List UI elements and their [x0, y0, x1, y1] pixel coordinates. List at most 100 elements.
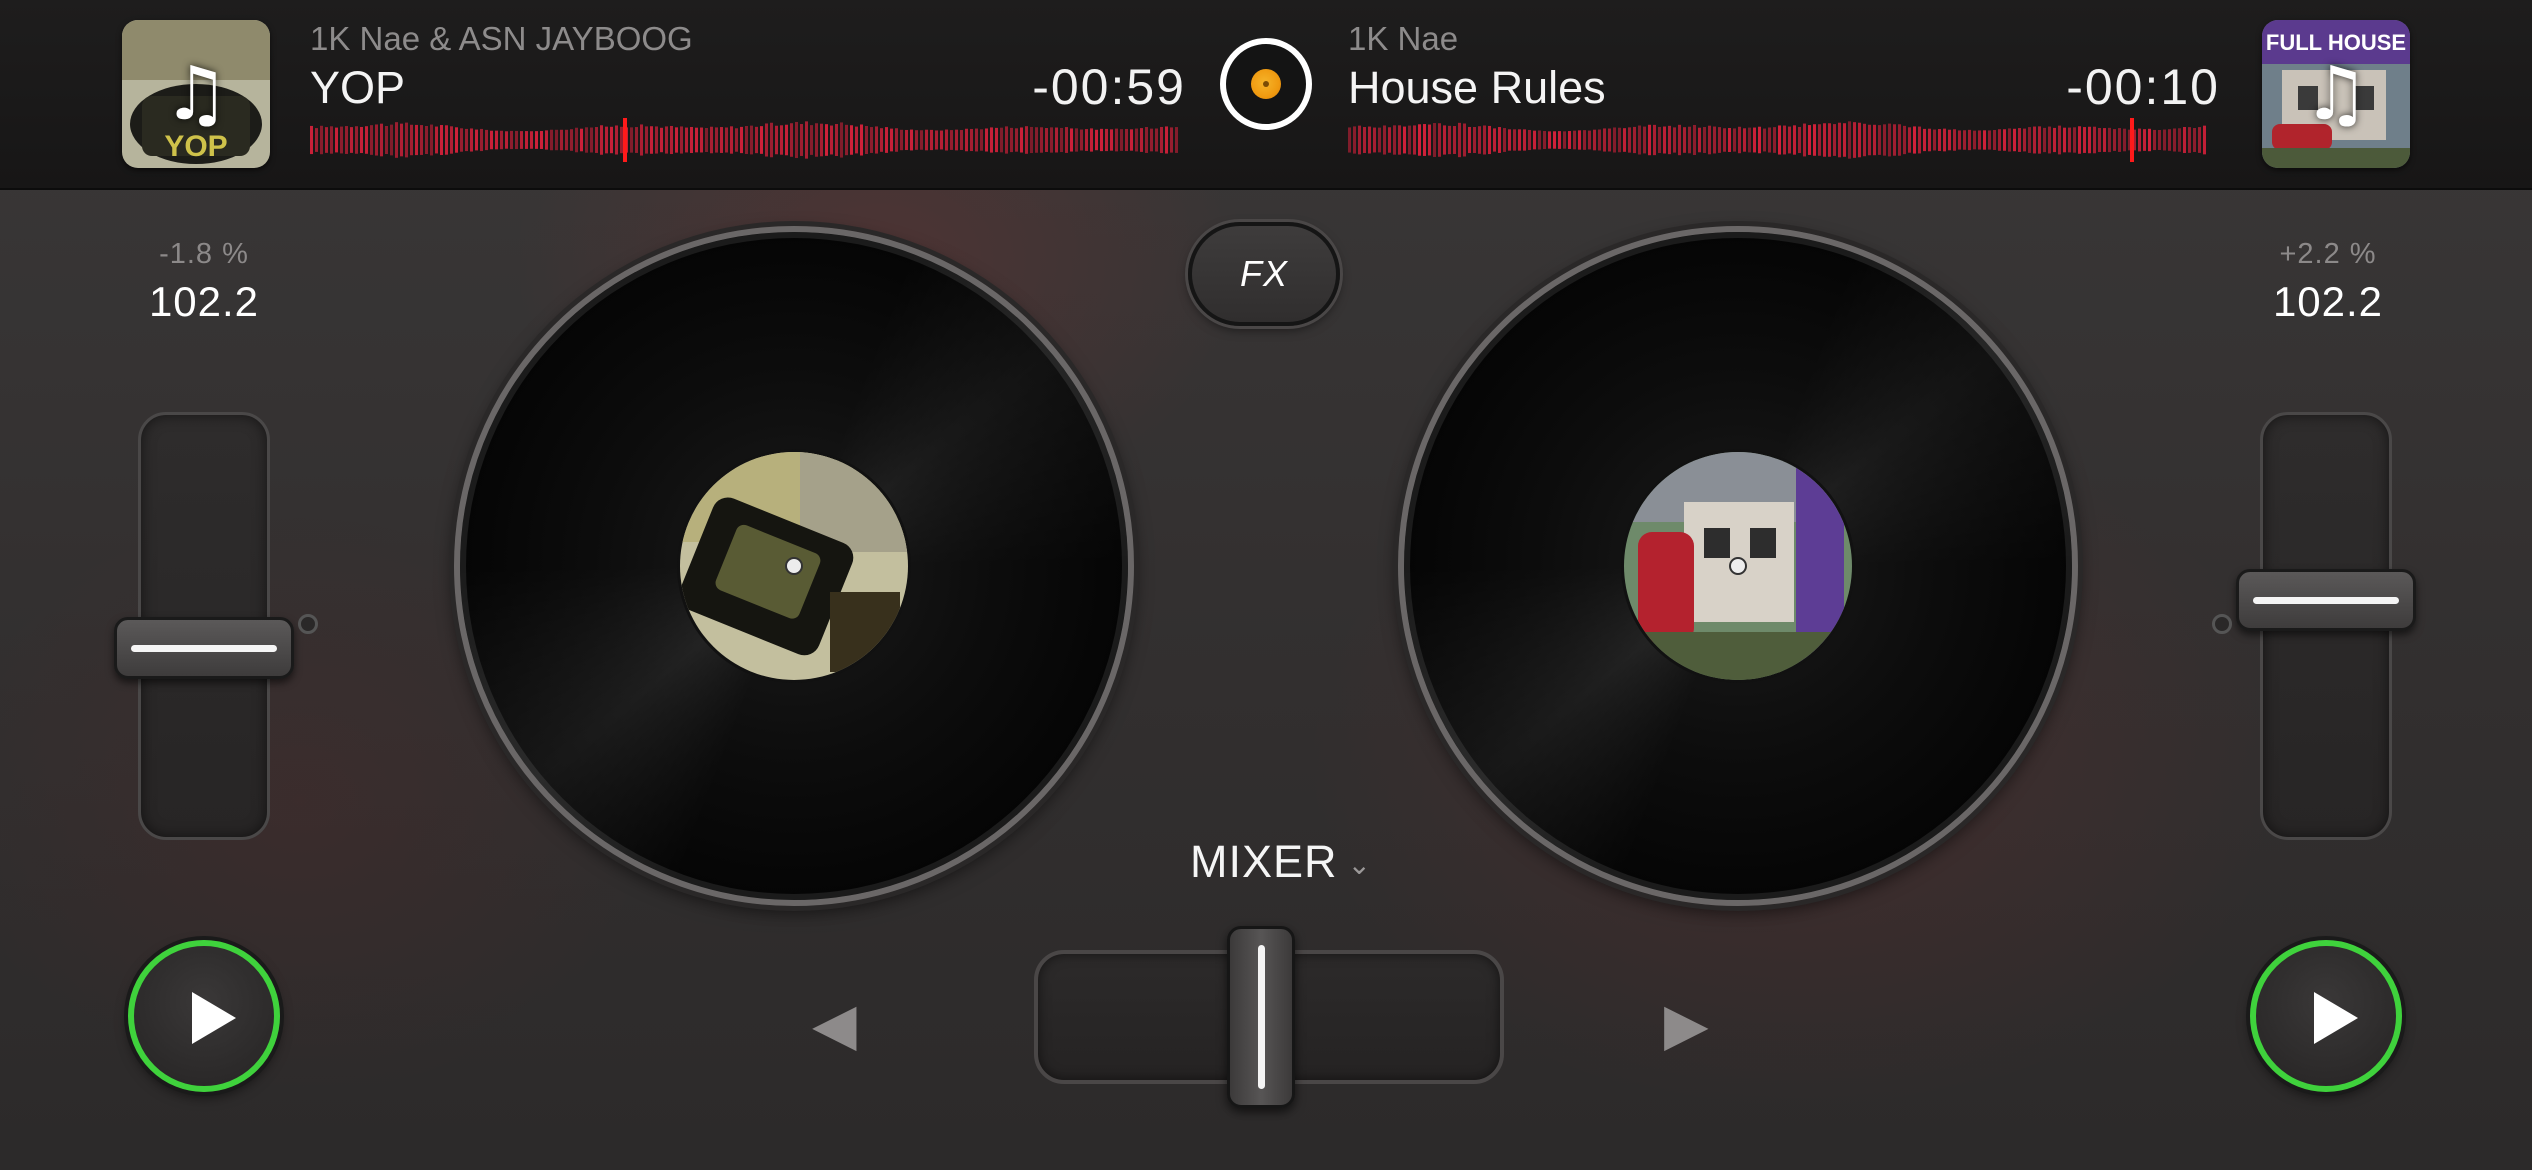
waveform-bar — [790, 123, 793, 157]
waveform-bar — [1513, 129, 1516, 151]
waveform-bar — [470, 128, 473, 152]
waveform-bar — [1963, 130, 1966, 150]
waveform-bar — [610, 126, 613, 154]
deck-right-turntable[interactable] — [1398, 226, 2078, 906]
waveform-bar — [1668, 125, 1671, 155]
waveform-bar — [1928, 128, 1931, 152]
waveform-bar — [2018, 128, 2021, 152]
deck-right-bpm[interactable]: 102.2 — [2228, 278, 2428, 326]
waveform-bar — [1978, 130, 1981, 150]
waveform-bar — [2188, 127, 2191, 153]
mixer-toggle[interactable]: MIXER ⌄ — [1190, 832, 1372, 892]
waveform-bar — [1878, 125, 1881, 155]
deck-left-turntable[interactable] — [454, 226, 1134, 906]
waveform-bar — [1363, 127, 1366, 153]
waveform-bar — [1060, 127, 1063, 153]
waveform-bar — [1813, 124, 1816, 156]
waveform-bar — [1883, 124, 1886, 156]
waveform-bar — [525, 131, 528, 149]
deck-left-bpm[interactable]: 102.2 — [104, 278, 304, 326]
fx-button[interactable]: FX — [1188, 222, 1340, 326]
waveform-bar — [1353, 126, 1356, 154]
waveform-bar — [600, 125, 603, 155]
waveform-bar — [1788, 126, 1791, 154]
waveform-bar — [645, 126, 648, 154]
play-icon — [2314, 992, 2358, 1044]
waveform-bar — [1608, 128, 1611, 152]
waveform-bar — [1015, 128, 1018, 152]
waveform-bar — [890, 128, 893, 152]
waveform-bar — [1573, 130, 1576, 150]
waveform-bar — [2183, 127, 2186, 153]
deck-left-time-remaining: -00:59 — [1032, 59, 1186, 115]
waveform-bar — [1140, 128, 1143, 152]
waveform-bar — [1663, 126, 1666, 154]
waveform-bar — [550, 129, 553, 151]
deck-right-pitch-slider-thumb[interactable] — [2236, 569, 2416, 631]
waveform-bar — [430, 124, 433, 156]
deck-right-play-button[interactable] — [2250, 940, 2402, 1092]
waveform-bar — [1783, 125, 1786, 155]
deck-right-cover[interactable]: FULL HOUSE ♫ — [2262, 20, 2410, 168]
waveform-playhead[interactable] — [2130, 118, 2134, 162]
deck-left-cover[interactable]: YOP ♫ — [122, 20, 270, 168]
waveform-bar — [405, 122, 408, 158]
waveform-playhead[interactable] — [623, 118, 627, 162]
waveform-bar — [1433, 123, 1436, 157]
waveform-bar — [785, 124, 788, 156]
waveform-bar — [1733, 128, 1736, 152]
waveform-bar — [1085, 129, 1088, 151]
waveform-bar — [1348, 127, 1351, 153]
waveform-bar — [1020, 127, 1023, 153]
waveform-bar — [1643, 126, 1646, 154]
waveform-bar — [860, 124, 863, 156]
waveform-bar — [1438, 123, 1441, 157]
waveform-bar — [800, 124, 803, 156]
waveform-bar — [885, 127, 888, 153]
deck-right-pitch-reset-dot[interactable] — [2212, 614, 2232, 634]
waveform-bar — [2118, 128, 2121, 152]
waveform-bar — [1998, 129, 2001, 151]
deck-left-pitch-reset-dot[interactable] — [298, 614, 318, 634]
waveform-bar — [1070, 128, 1073, 152]
waveform-bar — [1503, 128, 1506, 152]
waveform-bar — [970, 128, 973, 152]
waveform-bar — [2108, 127, 2111, 153]
waveform-bar — [830, 125, 833, 155]
deck-left-pitch-slider-thumb[interactable] — [114, 617, 294, 679]
waveform-bar — [1893, 124, 1896, 156]
deck-left-waveform[interactable] — [310, 118, 1180, 162]
waveform-bar — [855, 126, 858, 154]
waveform-bar — [1743, 128, 1746, 152]
waveform-bar — [595, 127, 598, 153]
waveform-bar — [2088, 126, 2091, 154]
waveform-bar — [1563, 131, 1566, 149]
waveform-bar — [1698, 127, 1701, 153]
top-bar: YOP ♫ 1K Nae & ASN JAYBOOG YOP -00:59 1K… — [0, 0, 2532, 190]
deck-left-play-button[interactable] — [128, 940, 280, 1092]
waveform-bar — [495, 130, 498, 150]
waveform-bar — [1488, 125, 1491, 155]
waveform-bar — [765, 123, 768, 157]
waveform-bar — [335, 127, 338, 153]
waveform-bar — [1613, 127, 1616, 153]
waveform-bar — [660, 127, 663, 153]
waveform-bar — [1135, 128, 1138, 152]
waveform-bar — [985, 128, 988, 152]
waveform-bar — [680, 126, 683, 154]
waveform-bar — [1713, 126, 1716, 154]
crossfader-thumb[interactable] — [1227, 926, 1295, 1108]
nudge-right-button[interactable]: ▶ — [1664, 990, 1709, 1058]
deck-right-waveform[interactable] — [1348, 118, 2210, 162]
waveform-bar — [910, 129, 913, 151]
waveform-bar — [380, 123, 383, 157]
waveform-bar — [1633, 126, 1636, 154]
sync-button[interactable] — [1220, 38, 1312, 130]
waveform-bar — [2053, 127, 2056, 153]
waveform-bar — [1628, 127, 1631, 153]
sync-disc-icon — [1251, 69, 1281, 99]
waveform-bar — [810, 125, 813, 155]
waveform-bar — [870, 127, 873, 153]
waveform-bar — [1543, 131, 1546, 149]
nudge-left-button[interactable]: ◀ — [812, 990, 857, 1058]
